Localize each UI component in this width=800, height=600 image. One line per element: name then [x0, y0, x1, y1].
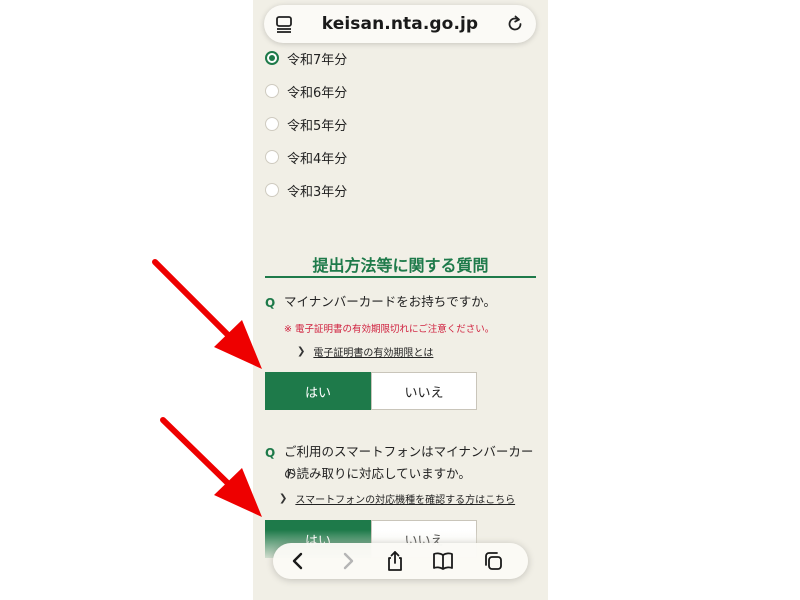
phone-screen: keisan.nta.go.jp 令和7年分 令和6年分 令和5年分 令和4年分… [253, 0, 548, 600]
section-title: 提出方法等に関する質問 [312, 256, 489, 275]
q2-link-text[interactable]: スマートフォンの対応機種を確認する方はこちら [295, 491, 515, 506]
radio-button[interactable] [265, 84, 279, 98]
chevron-right-icon: ❯ [279, 493, 288, 504]
bookmarks-icon[interactable] [432, 550, 454, 572]
year-option-r4[interactable]: 令和4年分 [265, 145, 347, 169]
tab-overview-icon[interactable] [275, 15, 293, 33]
q2-mark: Q [265, 446, 276, 460]
tabs-icon[interactable] [482, 550, 504, 572]
red-arrow-q2-icon [160, 417, 262, 517]
radio-button[interactable] [265, 183, 279, 197]
share-icon[interactable] [384, 550, 406, 572]
radio-button[interactable] [265, 117, 279, 131]
address-bar[interactable]: keisan.nta.go.jp [264, 5, 536, 43]
red-arrow-q1-icon [152, 259, 262, 369]
q1-link[interactable]: ❯ 電子証明書の有効期限とは [297, 344, 433, 359]
radio-button-checked[interactable] [265, 51, 279, 65]
year-option-r3[interactable]: 令和3年分 [265, 178, 347, 202]
section-divider [265, 276, 536, 278]
year-option-label: 令和4年分 [287, 151, 348, 167]
year-option-label: 令和6年分 [287, 85, 348, 101]
q1-text: マイナンバーカードをお持ちですか。 [284, 294, 497, 309]
chevron-right-icon: ❯ [297, 346, 306, 357]
q1-link-text[interactable]: 電子証明書の有効期限とは [313, 344, 433, 359]
year-option-r6[interactable]: 令和6年分 [265, 79, 347, 103]
q1-answer-group: はい いいえ [265, 372, 478, 410]
q1-yes-button[interactable]: はい [265, 372, 371, 410]
year-option-label: 令和3年分 [287, 184, 348, 200]
q1-mark: Q [265, 296, 276, 310]
q1-warning-note: ※ 電子証明書の有効期限切れにご注意ください。 [284, 324, 495, 335]
back-icon[interactable] [287, 550, 309, 572]
forward-icon[interactable] [337, 550, 359, 572]
year-option-r5[interactable]: 令和5年分 [265, 112, 347, 136]
q2-text-line2: の読み取りに対応していますか。 [284, 466, 471, 481]
radio-button[interactable] [265, 150, 279, 164]
url-text[interactable]: keisan.nta.go.jp [304, 14, 496, 34]
q2-link[interactable]: ❯ スマートフォンの対応機種を確認する方はこちら [279, 491, 515, 506]
year-option-label: 令和5年分 [287, 118, 348, 134]
q1-no-button[interactable]: いいえ [371, 372, 477, 410]
year-option-label: 令和7年分 [287, 52, 348, 68]
browser-toolbar [273, 543, 528, 579]
reload-icon[interactable] [505, 14, 525, 34]
year-option-r7[interactable]: 令和7年分 [265, 46, 347, 70]
